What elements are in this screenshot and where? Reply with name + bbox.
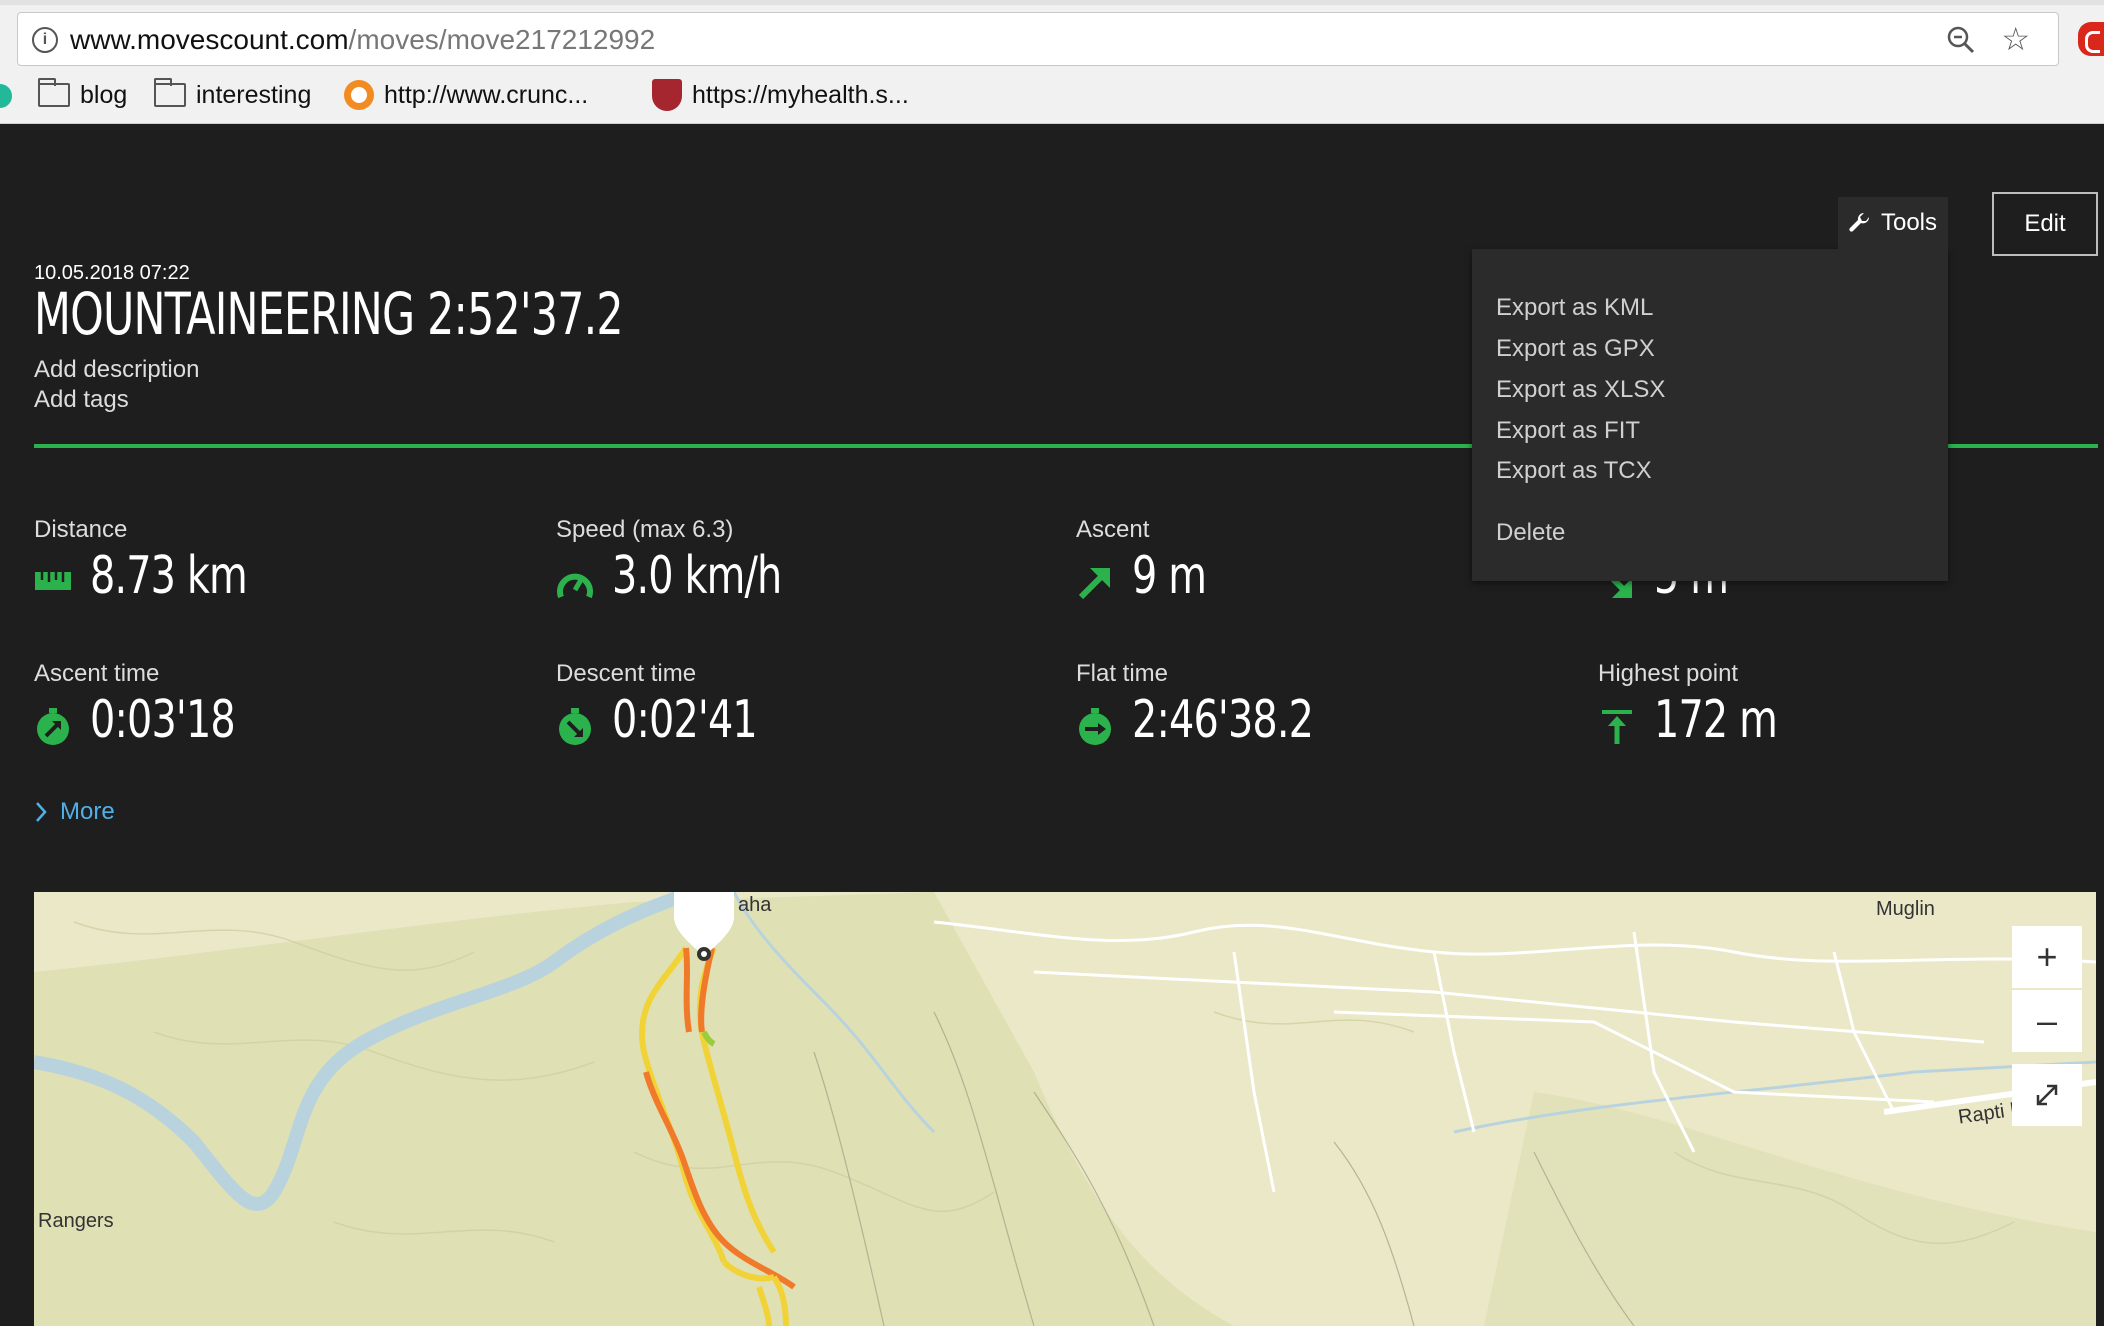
bookmark-crunchyroll[interactable]: http://www.crunc... <box>344 80 588 110</box>
ascent-value: 9 m <box>1132 546 1207 606</box>
ascent-label: Ascent <box>1076 516 1150 543</box>
map-label-muglin: Muglin <box>1876 898 1935 920</box>
map-label-rangers: Rangers <box>38 1210 114 1232</box>
menu-item-delete[interactable]: Delete <box>1496 519 1565 547</box>
arrow-up-bar-icon <box>1602 710 1632 744</box>
ascent-time-value: 0:03'18 <box>90 690 236 750</box>
distance-value: 8.73 km <box>90 546 248 606</box>
bookmark-label: https://myhealth.s... <box>692 80 909 109</box>
url-text[interactable]: www.movescount.com/moves/move217212992 <box>70 25 655 55</box>
add-tags-link[interactable]: Add tags <box>34 386 129 414</box>
address-bar[interactable]: i www.movescount.com/moves/move217212992… <box>17 12 2059 66</box>
stopwatch-down-icon <box>559 708 591 745</box>
descent-time-value: 0:02'41 <box>612 690 758 750</box>
arrow-up-right-icon <box>1078 568 1110 600</box>
ruler-icon <box>35 572 71 590</box>
map-canvas[interactable] <box>34 892 2096 1326</box>
menu-item-export-fit[interactable]: Export as FIT <box>1496 417 1640 445</box>
flat-time-value: 2:46'38.2 <box>1132 690 1314 750</box>
bookmark-star-icon[interactable]: ☆ <box>2001 22 2030 56</box>
zoom-out-button[interactable]: – <box>2012 990 2082 1052</box>
tools-button[interactable]: Tools <box>1838 197 1948 249</box>
move-page: 10.05.2018 07:22 MOUNTAINEERING 2:52'37.… <box>0 124 2104 1326</box>
speedometer-icon <box>557 573 593 599</box>
tools-dropdown-menu: Export as KML Export as GPX Export as XL… <box>1472 249 1948 581</box>
info-icon[interactable]: i <box>32 27 58 53</box>
browser-chrome: i www.movescount.com/moves/move217212992… <box>0 0 2104 124</box>
map-label-town: aha <box>738 894 772 916</box>
bookmark-label: http://www.crunc... <box>384 80 589 109</box>
more-label: More <box>60 798 115 825</box>
route-map[interactable]: aha Muglin Rangers Rapti D + – <box>34 892 2096 1326</box>
ascent-time-label: Ascent time <box>34 660 160 687</box>
speed-value: 3.0 km/h <box>612 546 782 606</box>
flat-time-label: Flat time <box>1076 660 1169 687</box>
zoom-in-button[interactable]: + <box>2012 926 2082 988</box>
more-link[interactable]: More <box>34 798 115 826</box>
wrench-icon <box>1849 212 1869 232</box>
extension-dot-icon[interactable] <box>0 84 12 108</box>
expand-icon <box>2036 1084 2058 1106</box>
tools-label: Tools <box>1880 209 1938 236</box>
menu-item-export-tcx[interactable]: Export as TCX <box>1496 457 1652 485</box>
highest-point-value: 172 m <box>1654 690 1778 750</box>
bookmark-myhealth[interactable]: https://myhealth.s... <box>652 79 909 111</box>
edit-button[interactable]: Edit <box>1992 192 2098 256</box>
shield-icon <box>652 79 682 111</box>
distance-label: Distance <box>34 516 128 543</box>
move-title: MOUNTAINEERING 2:52'37.2 <box>34 280 624 348</box>
speed-label: Speed (max 6.3) <box>556 516 734 543</box>
menu-item-export-gpx[interactable]: Export as GPX <box>1496 335 1655 363</box>
zoom-icon[interactable] <box>1946 25 1976 60</box>
highest-point-label: Highest point <box>1598 660 1739 687</box>
add-description-link[interactable]: Add description <box>34 356 199 384</box>
url-host: www.movescount.com <box>70 24 349 55</box>
descent-time-label: Descent time <box>556 660 697 687</box>
stopwatch-up-icon <box>37 708 69 745</box>
menu-item-export-xlsx[interactable]: Export as XLSX <box>1496 376 1665 404</box>
bookmarks-bar: blog interesting http://www.crunc... htt… <box>0 74 2104 116</box>
fullscreen-button[interactable] <box>2012 1064 2082 1126</box>
menu-item-export-kml[interactable]: Export as KML <box>1496 294 1653 322</box>
bookmark-label: interesting <box>196 80 312 109</box>
url-path: /moves/move217212992 <box>348 24 656 55</box>
stopwatch-flat-icon <box>1079 708 1111 745</box>
bookmark-label: blog <box>80 80 128 109</box>
tab-strip <box>0 0 2104 5</box>
extension-icon[interactable] <box>2078 22 2104 56</box>
bookmark-interesting[interactable]: interesting <box>154 78 312 110</box>
bookmark-blog[interactable]: blog <box>38 78 128 110</box>
folder-icon <box>154 78 186 107</box>
crunchyroll-icon <box>344 80 374 110</box>
chevron-right-icon <box>36 802 47 822</box>
folder-icon <box>38 78 70 107</box>
